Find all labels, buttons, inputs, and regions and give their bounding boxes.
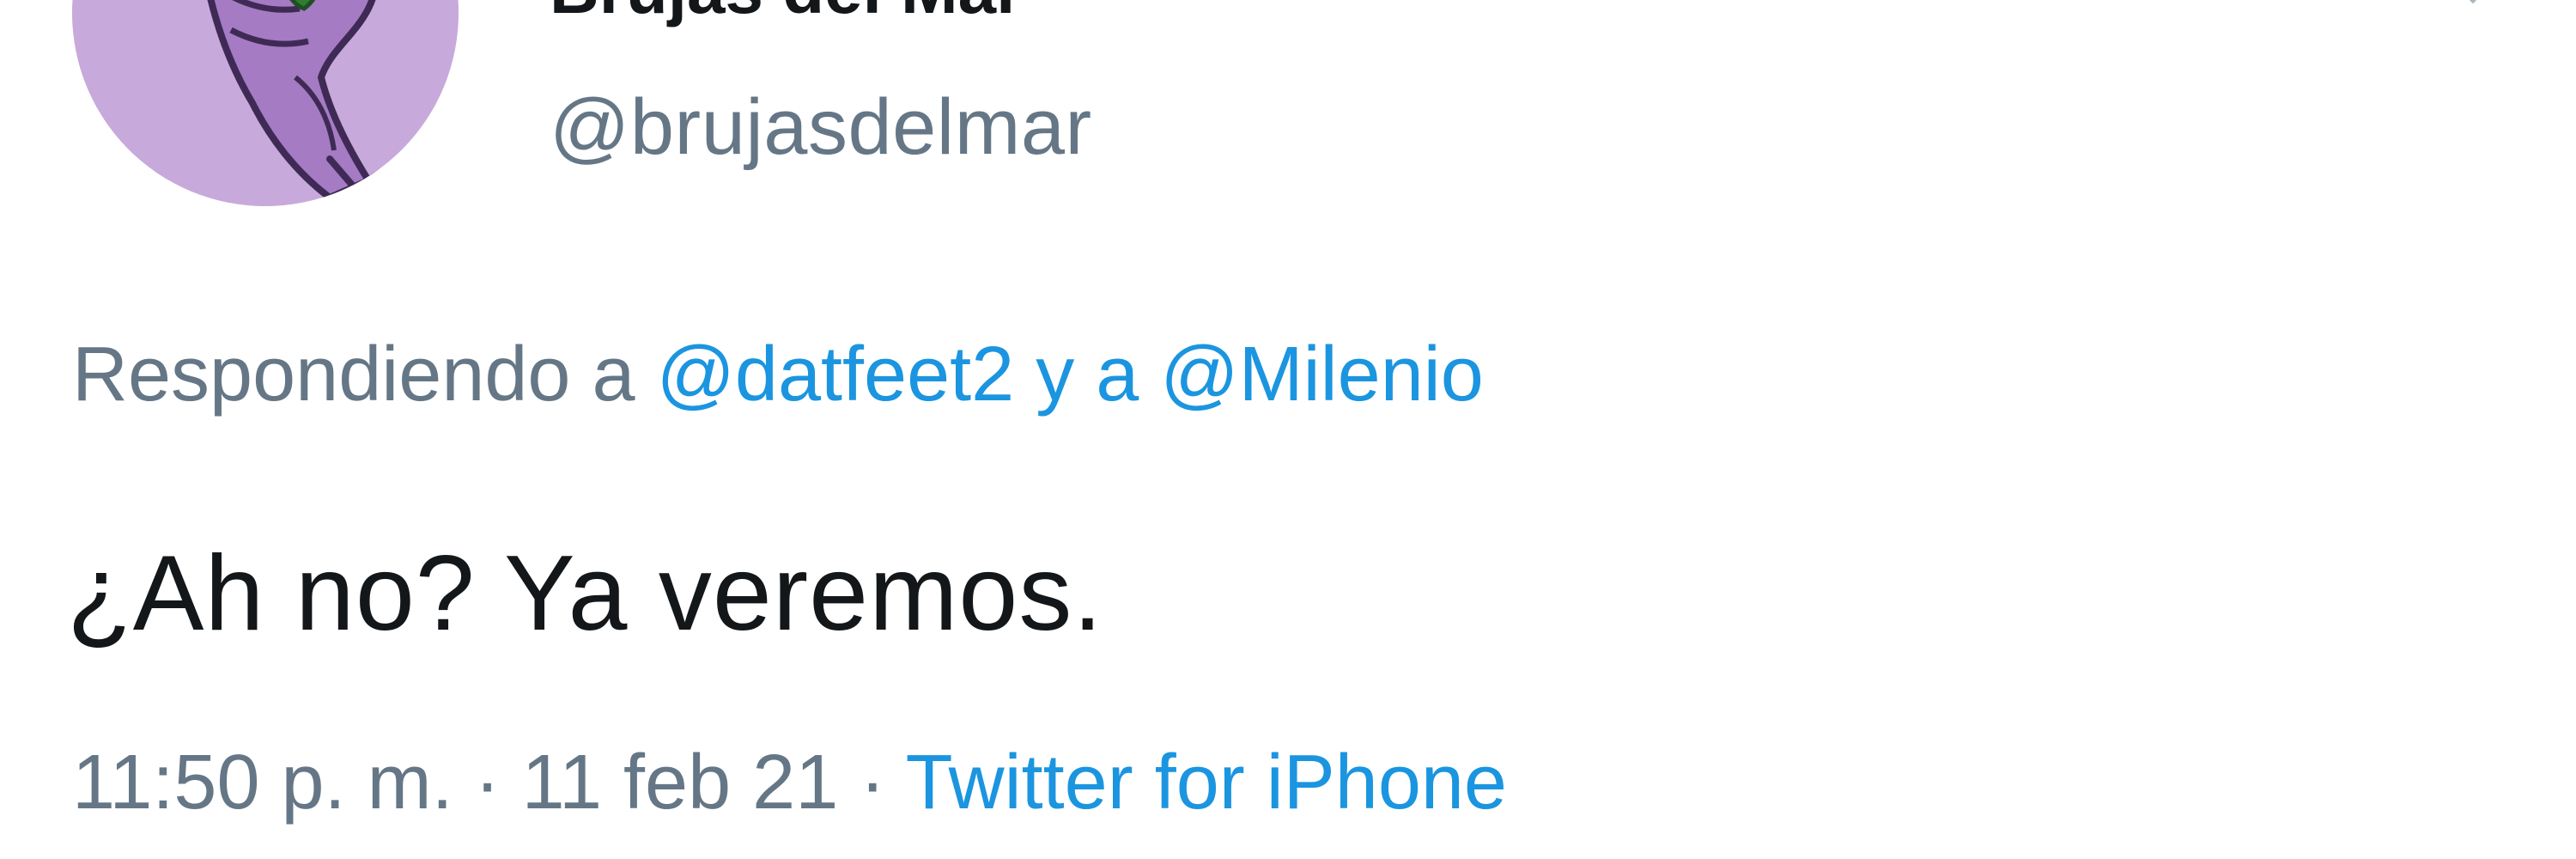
meta-separator: · <box>474 740 501 825</box>
tweet-source-link[interactable]: Twitter for iPhone <box>906 740 1507 825</box>
reply-joiner: y a <box>1036 332 1139 417</box>
tweet-meta: 11:50 p. m. · 11 feb 21 · Twitter for iP… <box>72 739 1507 827</box>
chevron-down-icon[interactable] <box>2447 0 2499 17</box>
tweet-text: ¿Ah no? Ya veremos. <box>67 534 1103 653</box>
reply-prefix: Respondiendo a <box>72 332 635 417</box>
mention-link-milenio[interactable]: @Milenio <box>1160 332 1483 417</box>
avatar[interactable] <box>72 0 459 206</box>
reply-context: Respondiendo a @datfeet2 y a @Milenio <box>72 331 1484 419</box>
mention-link-datfeet2[interactable]: @datfeet2 <box>657 332 1015 417</box>
tweet-card: Brujas del Mar @brujasdelmar Respondiend… <box>0 0 2576 859</box>
tweet-time[interactable]: 11:50 p. m. <box>72 740 453 825</box>
meta-separator: · <box>860 740 886 825</box>
user-handle[interactable]: @brujasdelmar <box>550 82 1092 173</box>
raised-fist-icon <box>72 0 459 206</box>
tweet-date[interactable]: 11 feb 21 <box>522 740 839 825</box>
display-name[interactable]: Brujas del Mar <box>550 0 1023 29</box>
